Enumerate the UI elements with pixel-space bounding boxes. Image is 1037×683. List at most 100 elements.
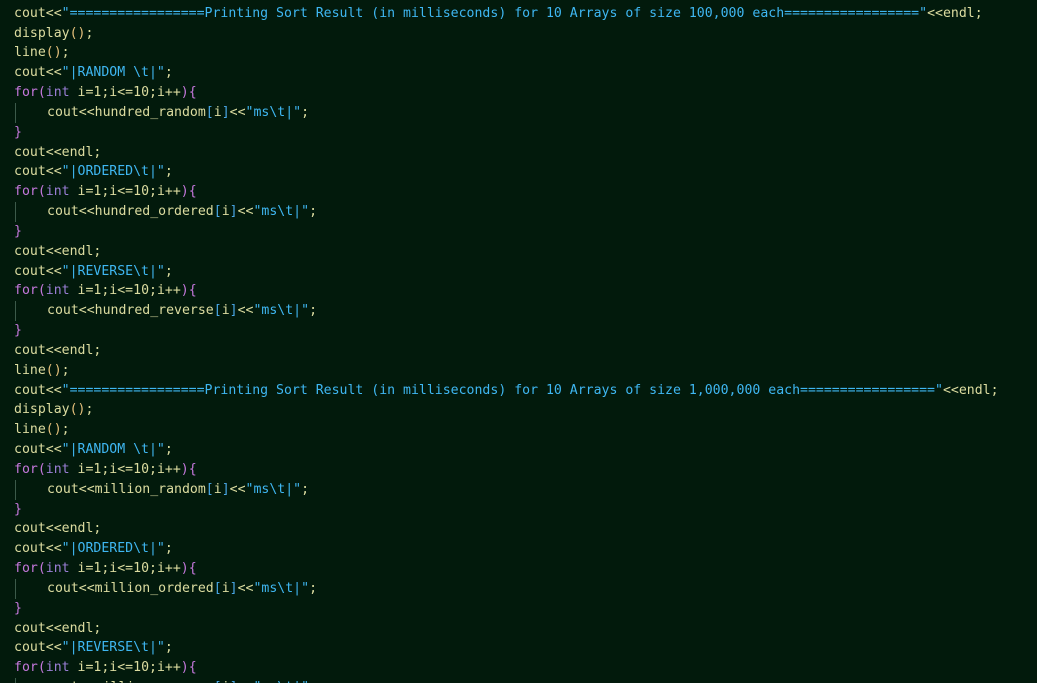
code-token: "|REVERSE\t|": [61, 640, 165, 656]
code-line[interactable]: cout<<million_random[i]<<"ms\t|";: [14, 479, 1037, 500]
code-token: cout<<: [14, 382, 62, 398]
code-token: "|ORDERED\t|": [61, 541, 165, 557]
code-token: ;: [164, 65, 173, 81]
code-token: ;: [164, 263, 173, 279]
code-line[interactable]: for(int i=1;i<=10;i++){: [14, 83, 1037, 103]
code-token: [: [205, 481, 214, 497]
code-token: ]: [229, 204, 238, 220]
code-area[interactable]: cout<<"=========");cout<<"==============…: [14, 0, 1037, 683]
code-token: ;: [309, 204, 318, 220]
code-token: ;: [164, 640, 173, 656]
code-line[interactable]: }: [14, 222, 1037, 242]
code-token: "ms\t|": [253, 204, 310, 220]
code-token: line: [14, 362, 46, 378]
code-line[interactable]: cout<<hundred_ordered[i]<<"ms\t|";: [14, 202, 1037, 222]
code-token: display: [14, 402, 70, 418]
code-token: (): [45, 45, 62, 61]
code-line[interactable]: cout<<hundred_random[i]<<"ms\t|";: [14, 102, 1037, 123]
code-token: int: [45, 461, 70, 477]
code-token: i=1;i<=10;i++: [69, 561, 181, 577]
code-token: cout<<: [14, 65, 62, 81]
code-token: ;: [85, 402, 94, 418]
code-token: i: [213, 481, 222, 497]
code-line[interactable]: display();: [14, 24, 1037, 44]
code-token: <<: [237, 204, 254, 220]
code-line[interactable]: cout<<"=================Printing Sort Re…: [14, 381, 1037, 401]
code-token: cout<<: [14, 640, 62, 656]
code-editor[interactable]: cout<<"=========");cout<<"==============…: [0, 0, 1037, 683]
code-line[interactable]: cout<<"|ORDERED\t|";: [14, 162, 1037, 182]
code-token: int: [45, 283, 70, 299]
code-token: (: [37, 461, 46, 477]
code-token: (): [69, 402, 86, 418]
code-token: ){: [180, 85, 197, 101]
code-token: "|REVERSE\t|": [61, 263, 165, 279]
code-token: <<: [237, 580, 254, 596]
code-line[interactable]: }: [14, 599, 1037, 619]
code-line[interactable]: cout<<hundred_reverse[i]<<"ms\t|";: [14, 301, 1037, 322]
code-line[interactable]: line();: [14, 43, 1037, 63]
code-token: for: [14, 283, 38, 299]
code-token: cout<<million_random: [47, 481, 206, 497]
code-token: <<: [237, 303, 254, 319]
code-token: cout<<hundred_random: [47, 104, 206, 120]
code-line[interactable]: cout<<"=================Printing Sort Re…: [14, 4, 1037, 24]
indent-guide: [15, 578, 16, 599]
code-token: ;: [164, 541, 173, 557]
code-line[interactable]: for(int i=1;i<=10;i++){: [14, 460, 1037, 480]
indent-guide: [15, 301, 16, 322]
code-token: ){: [180, 184, 197, 200]
code-line[interactable]: for(int i=1;i<=10;i++){: [14, 182, 1037, 202]
code-line[interactable]: cout<<"|RANDOM \t|";: [14, 63, 1037, 83]
code-token: for: [14, 660, 38, 676]
code-line[interactable]: cout<<endl;: [14, 242, 1037, 262]
code-line[interactable]: cout<<endl;: [14, 519, 1037, 539]
code-line[interactable]: cout<<"|REVERSE\t|";: [14, 262, 1037, 282]
code-token: }: [14, 323, 22, 339]
code-line[interactable]: }: [14, 500, 1037, 520]
code-token: display: [14, 25, 70, 41]
code-line[interactable]: cout<<endl;: [14, 143, 1037, 163]
code-token: ]: [221, 481, 230, 497]
code-token: ){: [180, 461, 197, 477]
code-token: for: [14, 184, 38, 200]
code-line[interactable]: }: [14, 321, 1037, 341]
code-line[interactable]: cout<<million_reverse[i]<<"ms\t|";: [14, 677, 1037, 683]
code-line[interactable]: display();: [14, 400, 1037, 420]
code-token: i=1;i<=10;i++: [69, 660, 181, 676]
code-token: ;: [61, 45, 70, 61]
code-token: ]: [229, 580, 238, 596]
code-token: cout<<: [14, 5, 62, 21]
code-token: cout<<endl;: [14, 521, 102, 537]
code-line[interactable]: cout<<"|REVERSE\t|";: [14, 638, 1037, 658]
code-line[interactable]: for(int i=1;i<=10;i++){: [14, 281, 1037, 301]
code-token: }: [14, 124, 22, 140]
code-token: <<: [229, 481, 246, 497]
code-line[interactable]: for(int i=1;i<=10;i++){: [14, 559, 1037, 579]
code-token: (): [45, 362, 62, 378]
code-token: i=1;i<=10;i++: [69, 283, 181, 299]
code-token: "|RANDOM \t|": [61, 65, 165, 81]
code-token: "=================Printing Sort Result (…: [61, 382, 943, 398]
code-token: ;: [61, 422, 70, 438]
code-line[interactable]: cout<<million_ordered[i]<<"ms\t|";: [14, 578, 1037, 599]
indent-guide: [15, 102, 16, 123]
code-line[interactable]: cout<<"|ORDERED\t|";: [14, 539, 1037, 559]
code-token: ;: [301, 104, 310, 120]
code-token: line: [14, 422, 46, 438]
code-line[interactable]: cout<<endl;: [14, 341, 1037, 361]
code-token: [: [213, 580, 222, 596]
code-line[interactable]: cout<<endl;: [14, 619, 1037, 639]
code-line[interactable]: line();: [14, 361, 1037, 381]
code-token: "ms\t|": [253, 580, 310, 596]
code-line[interactable]: for(int i=1;i<=10;i++){: [14, 658, 1037, 678]
code-token: <<endl;: [942, 382, 999, 398]
code-token: (: [37, 85, 46, 101]
code-token: ]: [221, 104, 230, 120]
code-line[interactable]: }: [14, 123, 1037, 143]
code-token: [: [205, 104, 214, 120]
code-token: ;: [309, 580, 318, 596]
code-line[interactable]: line();: [14, 420, 1037, 440]
code-token: <<: [229, 104, 246, 120]
code-line[interactable]: cout<<"|RANDOM \t|";: [14, 440, 1037, 460]
